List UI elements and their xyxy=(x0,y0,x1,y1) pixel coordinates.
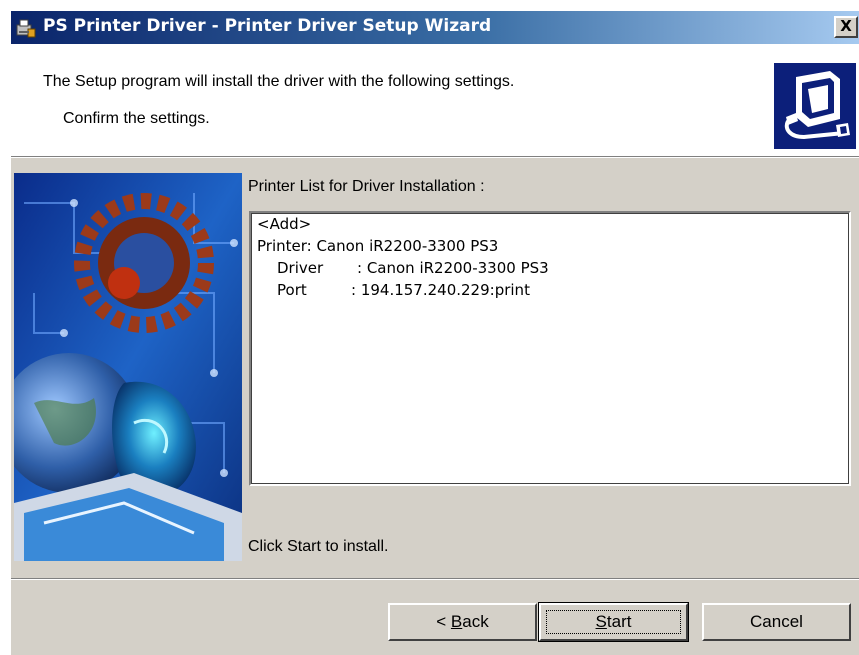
wizard-header: The Setup program will install the drive… xyxy=(11,44,859,156)
wizard-side-image xyxy=(14,173,242,561)
computer-setup-icon xyxy=(774,63,856,149)
start-button-label: Start xyxy=(595,612,632,631)
list-item-printer: Printer: Canon iR2200-3300 PS3 xyxy=(257,237,499,255)
header-description: The Setup program will install the drive… xyxy=(43,73,515,90)
cancel-button[interactable]: Cancel xyxy=(702,603,851,641)
list-item-port-key: Port xyxy=(277,281,307,299)
header-instruction: Confirm the settings. xyxy=(63,110,210,127)
printer-list-label: Printer List for Driver Installation : xyxy=(248,178,485,195)
list-item-add: <Add> xyxy=(257,215,312,233)
close-icon: X xyxy=(840,17,852,35)
start-button[interactable]: Start xyxy=(538,602,689,642)
list-item-driver-key: Driver xyxy=(277,259,324,277)
setup-wizard-window: PS Printer Driver - Printer Driver Setup… xyxy=(10,10,859,655)
close-button[interactable]: X xyxy=(834,16,858,38)
back-button-label: < Back xyxy=(436,612,489,631)
back-button[interactable]: < Back xyxy=(388,603,537,641)
title-bar[interactable]: PS Printer Driver - Printer Driver Setup… xyxy=(11,11,859,44)
cancel-button-label: Cancel xyxy=(750,612,803,631)
install-instruction: Click Start to install. xyxy=(248,538,389,555)
button-area-divider xyxy=(11,578,859,580)
list-item-driver-value: : Canon iR2200-3300 PS3 xyxy=(357,259,549,277)
window-title: PS Printer Driver - Printer Driver Setup… xyxy=(43,16,492,36)
installer-app-icon xyxy=(16,19,36,38)
header-divider xyxy=(11,156,859,158)
list-item-port-value: : 194.157.240.229:print xyxy=(351,281,530,299)
printer-list-box[interactable]: <Add> Printer: Canon iR2200-3300 PS3 Dri… xyxy=(249,211,851,486)
